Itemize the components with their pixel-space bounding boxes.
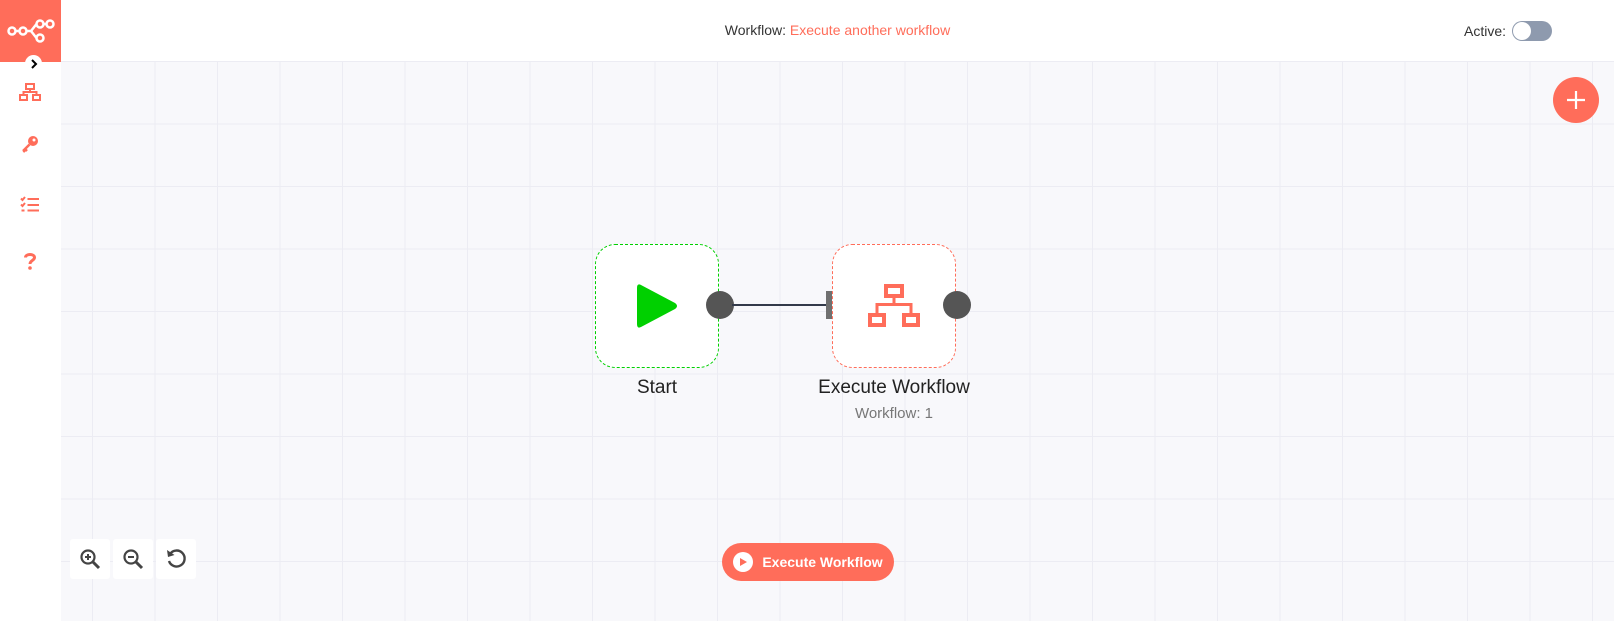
workflow-prefix: Workflow:	[724, 22, 786, 38]
zoom-out-button[interactable]	[113, 539, 153, 579]
tasks-icon	[20, 196, 39, 212]
node-subtitle-execute-workflow: Workflow: 1	[854, 405, 934, 422]
zoom-in-icon	[80, 549, 101, 570]
sidebar-item-help[interactable]	[17, 248, 43, 274]
network-icon	[868, 284, 920, 327]
active-toggle[interactable]	[1512, 21, 1552, 41]
connection-line[interactable]	[732, 304, 827, 306]
n8n-logo[interactable]	[0, 0, 62, 62]
execute-workflow-button[interactable]: Execute Workflow	[722, 543, 894, 581]
chevron-right-icon	[30, 58, 37, 69]
undo-icon	[167, 549, 186, 568]
key-icon	[22, 136, 38, 153]
sidebar-item-workflows[interactable]	[17, 79, 43, 105]
output-handle-start[interactable]	[706, 291, 734, 319]
execute-workflow-label: Execute Workflow	[762, 554, 883, 570]
active-label: Active:	[1463, 23, 1506, 39]
node-label-start: Start	[636, 377, 678, 398]
zoom-in-button[interactable]	[70, 539, 110, 579]
node-start[interactable]	[595, 244, 719, 368]
header: Workflow: Execute another workflow Activ…	[61, 0, 1614, 61]
expand-sidebar-button[interactable]	[25, 55, 42, 72]
workflow-title: Workflow: Execute another workflow	[61, 22, 1614, 38]
output-handle-execute-workflow[interactable]	[943, 291, 971, 319]
node-label-execute-workflow: Execute Workflow	[818, 377, 970, 398]
sidebar-item-executions[interactable]	[17, 191, 43, 217]
workflow-name[interactable]: Execute another workflow	[790, 22, 950, 38]
sidebar	[0, 0, 62, 621]
zoom-out-icon	[123, 549, 144, 570]
network-icon	[19, 83, 41, 101]
question-icon	[24, 253, 37, 270]
play-icon	[637, 284, 677, 328]
active-control: Active:	[1464, 21, 1552, 41]
node-execute-workflow[interactable]	[832, 244, 956, 368]
toggle-knob	[1513, 22, 1531, 40]
reset-zoom-button[interactable]	[156, 539, 196, 579]
logo-icon	[7, 19, 55, 43]
play-circle-icon	[733, 552, 754, 572]
add-node-button[interactable]	[1553, 77, 1599, 123]
sidebar-item-credentials[interactable]	[17, 131, 43, 157]
plus-icon	[1567, 91, 1585, 109]
